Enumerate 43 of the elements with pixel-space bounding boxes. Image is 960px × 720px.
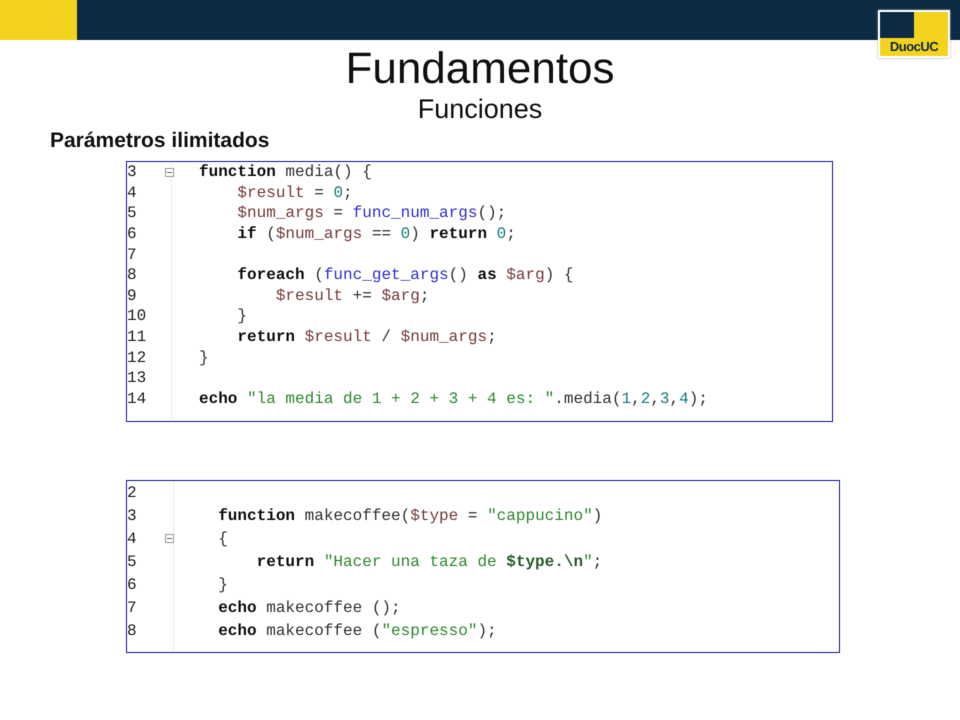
code-line: } [199, 348, 209, 367]
section-heading: Parámetros ilimitados [50, 129, 270, 153]
line-number: 2 [127, 484, 138, 502]
line-number: 3 [127, 163, 138, 182]
code-line: $result = 0; [236, 184, 353, 202]
line-number: 9 [127, 286, 138, 305]
code-line: echo makecoffee ("espresso"); [217, 622, 497, 640]
line-number: 5 [127, 552, 138, 570]
line-number: 14 [127, 390, 148, 408]
slide-title: Fundamentos [345, 44, 615, 94]
logo-text: DuocUC [880, 38, 948, 56]
code-line: foreach (func_get_args() as $arg) { [236, 266, 574, 284]
code-line: echo "la media de 1 + 2 + 3 + 4 es: ".media(1,2,3,4); [199, 390, 708, 408]
logo-emblem-left [880, 12, 914, 38]
line-number: 7 [127, 598, 138, 616]
line-number: 6 [127, 225, 138, 244]
line-number: 11 [127, 328, 148, 346]
collapse-icon[interactable] [165, 534, 174, 543]
code-line: $result += $arg; [274, 286, 430, 305]
collapse-icon[interactable] [165, 168, 174, 177]
code-line: function media() { [199, 163, 372, 182]
code-line: } [217, 576, 228, 594]
line-number: 10 [127, 307, 148, 326]
code-line: return "Hacer una taza de $type.\n"; [256, 552, 602, 570]
code-line: } [236, 307, 248, 326]
slide-subtitle: Funciones [418, 94, 542, 125]
line-number: 5 [127, 204, 138, 222]
code-line: $num_args = func_num_args(); [236, 204, 506, 222]
code-line: { [217, 530, 228, 548]
line-number: 4 [127, 184, 138, 202]
logo-emblem-right [914, 12, 948, 38]
line-number: 6 [127, 576, 138, 594]
code-line: echo makecoffee (); [217, 598, 401, 616]
code-line: if ($num_args == 0) return 0; [236, 225, 516, 244]
line-number: 13 [127, 369, 148, 388]
code-line: function makecoffee($type = "cappucino") [217, 506, 602, 524]
line-number: 3 [127, 506, 138, 524]
line-number: 8 [127, 622, 138, 640]
line-number: 4 [127, 530, 138, 548]
line-number: 7 [127, 246, 138, 264]
code-line: return $result / $num_args; [236, 328, 497, 346]
line-number: 12 [127, 348, 148, 367]
line-number: 8 [127, 266, 138, 284]
